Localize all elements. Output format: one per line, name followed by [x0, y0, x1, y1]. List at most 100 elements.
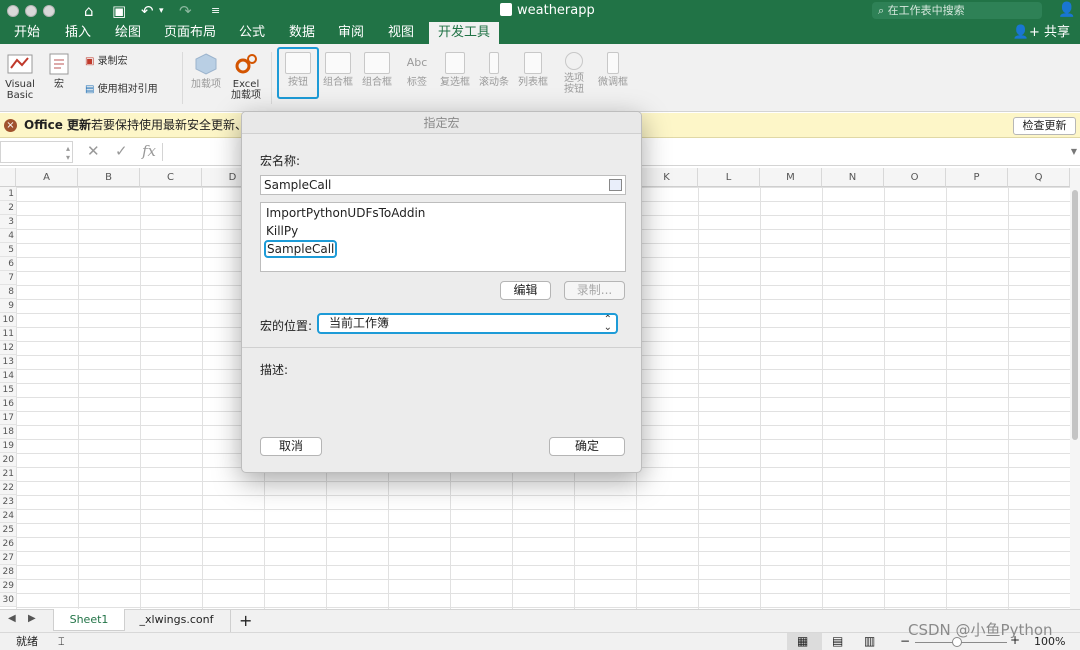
column-header[interactable]: K — [636, 168, 698, 187]
tab-data[interactable]: 数据 — [280, 22, 324, 44]
column-header[interactable]: O — [884, 168, 946, 187]
vertical-scrollbar[interactable] — [1070, 168, 1080, 609]
row-header[interactable]: 10 — [0, 313, 16, 327]
tab-insert[interactable]: 插入 — [56, 22, 100, 44]
relative-refs-button[interactable]: ▤ 使用相对引用 — [85, 84, 158, 96]
row-header[interactable]: 22 — [0, 481, 16, 495]
column-header[interactable]: M — [760, 168, 822, 187]
expand-formula-icon[interactable]: ▼ — [1071, 147, 1077, 156]
row-header[interactable]: 23 — [0, 495, 16, 509]
tab-draw[interactable]: 绘图 — [106, 22, 150, 44]
ok-button[interactable]: 确定 — [549, 437, 625, 456]
row-header[interactable]: 7 — [0, 271, 16, 285]
tab-formulas[interactable]: 公式 — [230, 22, 274, 44]
record-macro-button[interactable]: ▣ 录制宏 — [85, 56, 128, 68]
scrollbar-control[interactable]: 滚动条 — [476, 52, 512, 88]
row-header[interactable]: 25 — [0, 523, 16, 537]
row-header[interactable]: 11 — [0, 327, 16, 341]
row-header[interactable]: 1 — [0, 187, 16, 201]
macro-list-item-selected[interactable]: SampleCall — [264, 240, 338, 258]
option-button-control[interactable]: 选项按钮 — [556, 52, 592, 95]
checkbox-control[interactable]: 复选框 — [437, 52, 473, 88]
undo-icon[interactable]: ↶ — [141, 1, 154, 21]
next-sheet-icon[interactable]: ▶ — [28, 613, 36, 624]
combo-box-control[interactable]: 组合框 — [359, 52, 395, 88]
row-header[interactable]: 4 — [0, 229, 16, 243]
row-header[interactable]: 14 — [0, 369, 16, 383]
close-window-button[interactable] — [7, 5, 19, 17]
tab-page-layout[interactable]: 页面布局 — [157, 22, 223, 44]
confirm-formula-icon[interactable]: ✓ — [115, 142, 128, 160]
column-header[interactable]: Q — [1008, 168, 1070, 187]
row-header[interactable]: 5 — [0, 243, 16, 257]
customize-icon[interactable]: ≡ — [211, 1, 220, 21]
undo-dropdown-icon[interactable]: ▾ — [159, 1, 164, 21]
macro-list[interactable]: ImportPythonUDFsToAddin KillPy SampleCal… — [260, 202, 626, 272]
macros-button[interactable]: 宏 — [44, 52, 74, 90]
row-header[interactable]: 28 — [0, 565, 16, 579]
range-picker-icon[interactable] — [609, 179, 622, 191]
row-header[interactable]: 29 — [0, 579, 16, 593]
name-box[interactable]: ▴ ▾ — [0, 141, 73, 163]
check-updates-button[interactable]: 检查更新 — [1013, 117, 1076, 135]
row-header[interactable]: 18 — [0, 425, 16, 439]
sheet-search-input[interactable]: ⌕ 在工作表中搜索 — [872, 2, 1042, 19]
cancel-formula-icon[interactable]: ✕ — [87, 142, 100, 160]
account-icon[interactable]: 👤 — [1058, 2, 1075, 18]
sheet-tab-sheet1[interactable]: Sheet1 — [53, 609, 125, 631]
macro-list-item[interactable]: KillPy — [264, 222, 300, 240]
addins-button[interactable]: 加载项 — [188, 52, 224, 90]
insert-function-icon[interactable]: fx — [142, 142, 156, 160]
edit-button[interactable]: 编辑 — [500, 281, 551, 300]
home-icon[interactable]: ⌂ — [84, 1, 94, 21]
select-all-corner[interactable] — [0, 168, 16, 187]
row-header[interactable]: 13 — [0, 355, 16, 369]
spin-button-control[interactable]: 微调框 — [595, 52, 631, 88]
page-break-view-icon[interactable]: ▥ — [864, 634, 875, 648]
column-header[interactable]: A — [16, 168, 78, 187]
excel-addins-button[interactable]: Excel 加载项 — [228, 52, 264, 101]
row-header[interactable]: 16 — [0, 397, 16, 411]
label-control[interactable]: Abc 标签 — [399, 52, 435, 88]
sheet-tab-xlwings-conf[interactable]: _xlwings.conf — [133, 609, 220, 631]
zoom-window-button[interactable] — [43, 5, 55, 17]
column-header[interactable]: L — [698, 168, 760, 187]
tab-developer[interactable]: 开发工具 — [429, 22, 499, 44]
visual-basic-button[interactable]: Visual Basic — [2, 52, 38, 101]
row-header[interactable]: 9 — [0, 299, 16, 313]
dismiss-message-icon[interactable]: × — [4, 119, 17, 132]
column-header[interactable]: C — [140, 168, 202, 187]
row-header[interactable]: 6 — [0, 257, 16, 271]
row-header[interactable]: 30 — [0, 593, 16, 607]
record-button[interactable]: 录制... — [564, 281, 625, 300]
normal-view-icon[interactable]: ▦ — [797, 634, 808, 648]
tab-view[interactable]: 视图 — [379, 22, 423, 44]
macro-location-select[interactable]: 当前工作簿 ⌃ ⌄ — [317, 313, 618, 334]
row-header[interactable]: 15 — [0, 383, 16, 397]
row-header[interactable]: 19 — [0, 439, 16, 453]
add-sheet-icon[interactable]: + — [239, 611, 252, 630]
save-icon[interactable]: ▣ — [112, 1, 126, 21]
previous-sheet-icon[interactable]: ◀ — [8, 613, 16, 624]
page-layout-view-icon[interactable]: ▤ — [832, 634, 843, 648]
row-header[interactable]: 17 — [0, 411, 16, 425]
macro-record-status-icon[interactable]: ⌶ — [58, 635, 65, 649]
tab-review[interactable]: 审阅 — [329, 22, 373, 44]
row-header[interactable]: 12 — [0, 341, 16, 355]
vertical-scroll-thumb[interactable] — [1072, 190, 1078, 440]
macro-list-item[interactable]: ImportPythonUDFsToAddin — [264, 204, 427, 222]
listbox-control[interactable]: 列表框 — [515, 52, 551, 88]
macro-name-field[interactable]: SampleCall — [260, 175, 626, 195]
row-header[interactable]: 3 — [0, 215, 16, 229]
tab-home[interactable]: 开始 — [5, 22, 49, 44]
column-header[interactable]: P — [946, 168, 1008, 187]
cancel-button[interactable]: 取消 — [260, 437, 322, 456]
row-header[interactable]: 24 — [0, 509, 16, 523]
column-header[interactable]: B — [78, 168, 140, 187]
row-header[interactable]: 8 — [0, 285, 16, 299]
row-header[interactable]: 21 — [0, 467, 16, 481]
share-button[interactable]: 👤+ 共享 — [1013, 22, 1070, 44]
minimize-window-button[interactable] — [25, 5, 37, 17]
row-header[interactable]: 20 — [0, 453, 16, 467]
row-header[interactable]: 2 — [0, 201, 16, 215]
